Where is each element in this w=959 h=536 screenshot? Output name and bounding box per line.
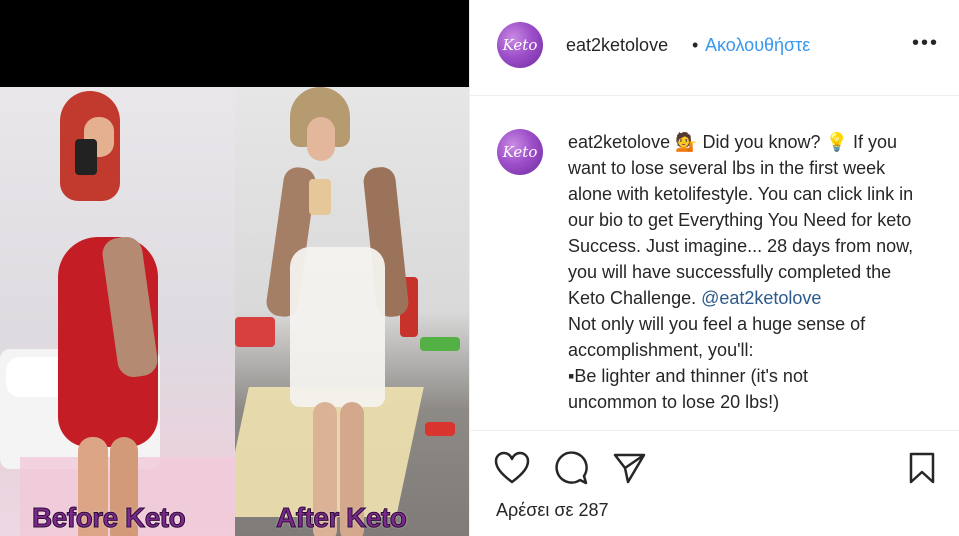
avatar[interactable]: Keto — [497, 129, 543, 175]
caption-username[interactable]: eat2ketolove — [568, 132, 670, 152]
before-photo — [0, 87, 235, 536]
comment-icon[interactable] — [554, 451, 588, 485]
avatar[interactable]: Keto — [497, 22, 543, 68]
after-caption: After Keto — [275, 502, 407, 534]
post-header: Keto eat2ketolove • Ακολουθήστε ••• — [470, 0, 959, 96]
caption-body: 💁 Did you know? 💡 If you want to lose se… — [568, 132, 914, 308]
after-photo — [235, 87, 469, 536]
post-image[interactable]: Before Keto After Keto — [0, 0, 469, 536]
username-link[interactable]: eat2ketolove — [566, 35, 668, 56]
caption-text: eat2ketolove 💁 Did you know? 💡 If you wa… — [568, 129, 928, 415]
bookmark-icon[interactable] — [908, 451, 936, 485]
instagram-post: Before Keto After Keto Keto eat2ketolove… — [0, 0, 959, 536]
mention-link[interactable]: @eat2ketolove — [701, 288, 821, 308]
caption-line: Not only will you feel a huge sense of a… — [568, 314, 866, 360]
before-caption: Before Keto — [31, 502, 186, 534]
follow-button[interactable]: Ακολουθήστε — [705, 35, 810, 56]
heart-icon[interactable] — [494, 451, 530, 485]
caption-line: ▪Be lighter and thinner (it's not — [568, 366, 808, 386]
likes-count[interactable]: Αρέσει σε 287 — [496, 500, 609, 521]
caption-area: Keto eat2ketolove 💁 Did you know? 💡 If y… — [470, 97, 959, 427]
paper-plane-icon[interactable] — [612, 451, 646, 485]
caption-line: uncommon to lose 20 lbs!) — [568, 392, 780, 412]
post-side-panel: Keto eat2ketolove • Ακολουθήστε ••• Keto… — [469, 0, 959, 536]
separator-dot: • — [692, 35, 699, 55]
more-options-icon[interactable]: ••• — [912, 32, 939, 55]
